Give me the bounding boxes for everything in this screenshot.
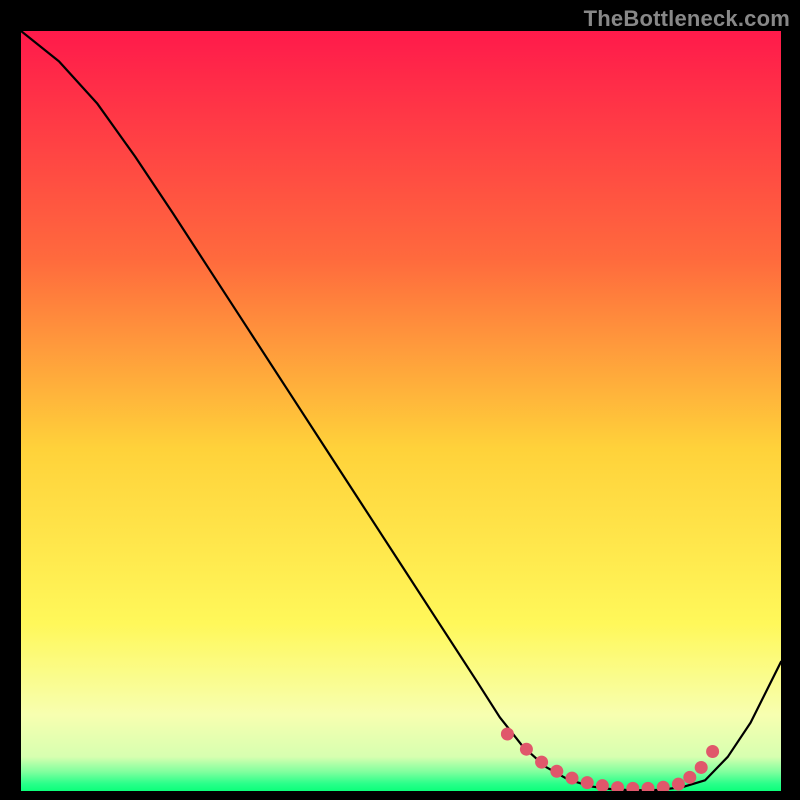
marker-dot bbox=[581, 776, 594, 789]
marker-dot bbox=[550, 765, 563, 778]
marker-dot bbox=[706, 745, 719, 758]
marker-dot bbox=[501, 728, 514, 741]
stage-root: TheBottleneck.com bbox=[0, 0, 800, 800]
marker-dot bbox=[520, 743, 533, 756]
watermark-text: TheBottleneck.com bbox=[584, 6, 790, 32]
plot-area bbox=[20, 30, 782, 792]
marker-dot bbox=[566, 772, 579, 785]
marker-dot bbox=[683, 771, 696, 784]
gradient-backdrop bbox=[21, 31, 781, 791]
marker-dot bbox=[695, 761, 708, 774]
marker-dot bbox=[672, 778, 685, 791]
marker-dot bbox=[535, 756, 548, 769]
chart-svg bbox=[21, 31, 781, 791]
